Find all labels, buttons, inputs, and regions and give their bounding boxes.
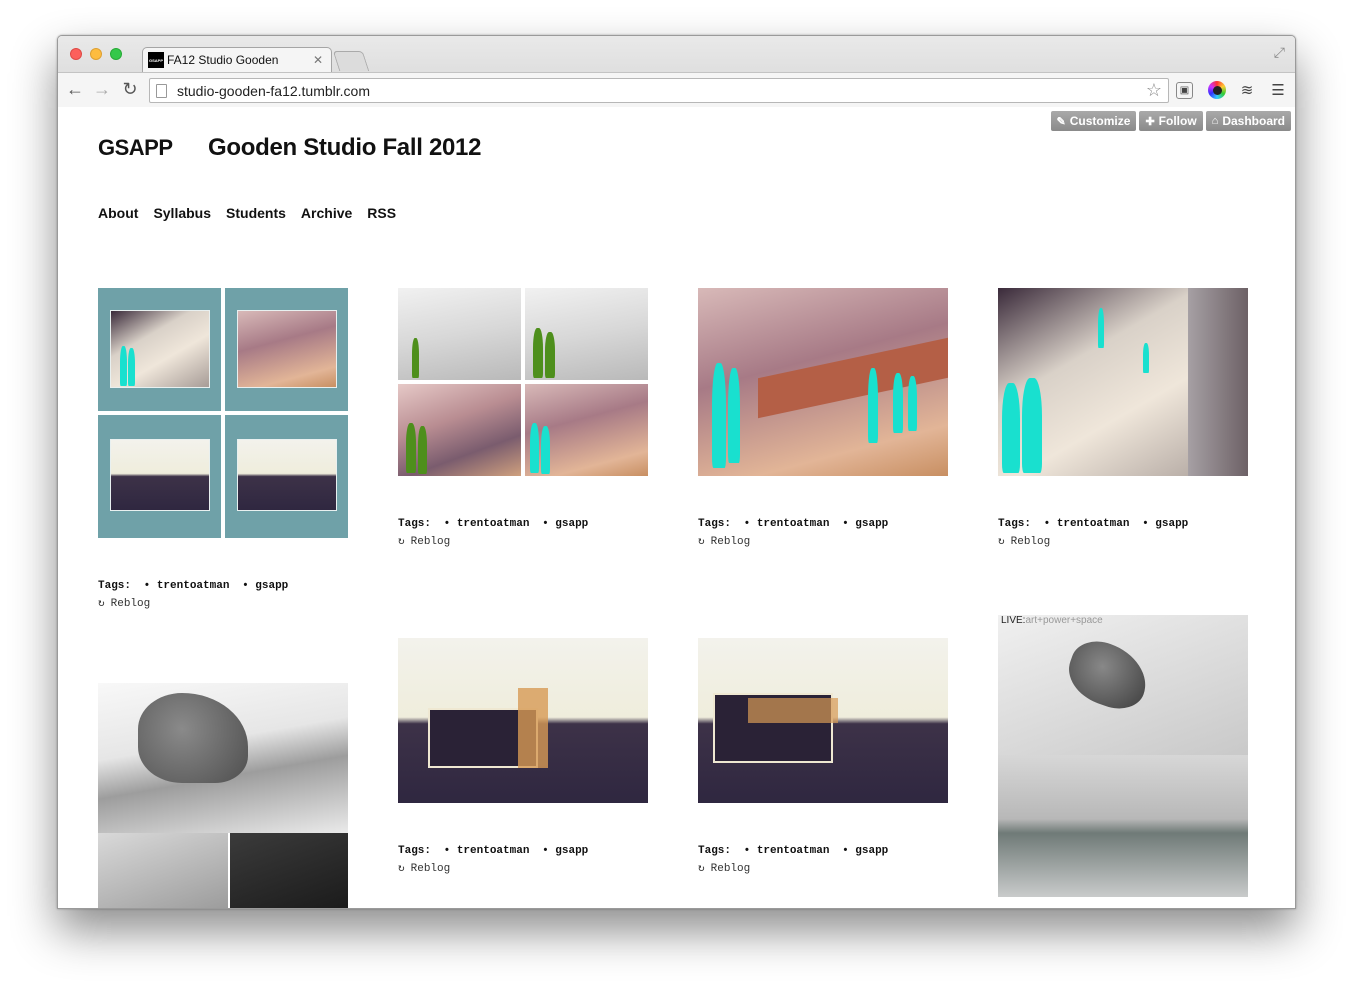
fullscreen-icon[interactable]: ⤢ xyxy=(1274,44,1285,61)
post-image-model[interactable] xyxy=(98,673,348,908)
tag-link[interactable]: • gsapp xyxy=(842,518,888,530)
close-window-button[interactable] xyxy=(70,48,82,60)
nav-archive[interactable]: Archive xyxy=(301,205,352,221)
post-meta: Tags: • trentoatman • gsapp ↻ Reblog xyxy=(398,518,589,548)
post-image-interior[interactable] xyxy=(998,288,1248,476)
extension-screenshot-icon[interactable]: ▣ xyxy=(1176,82,1193,99)
browser-tab[interactable]: GSAPP FA12 Studio Gooden ✕ xyxy=(142,47,332,72)
reload-button[interactable]: ↻ xyxy=(120,79,140,100)
reblog-icon: ↻ xyxy=(398,536,405,548)
post-image-section[interactable] xyxy=(398,638,648,803)
post-image-gallery[interactable] xyxy=(698,288,948,476)
dashboard-button[interactable]: ⌂ Dashboard xyxy=(1205,111,1291,131)
tag-link[interactable]: • gsapp xyxy=(842,845,888,857)
url-text[interactable]: studio-gooden-fa12.tumblr.com xyxy=(177,83,1146,99)
nav-syllabus[interactable]: Syllabus xyxy=(153,205,211,221)
tag-link[interactable]: • gsapp xyxy=(542,845,588,857)
reblog-icon: ↻ xyxy=(698,863,705,875)
wrench-icon: ✎ xyxy=(1056,115,1066,128)
tag-link[interactable]: • trentoatman xyxy=(144,580,230,592)
post-image-renders[interactable] xyxy=(398,288,648,476)
tab-close-icon[interactable]: ✕ xyxy=(313,53,323,67)
nav-students[interactable]: Students xyxy=(226,205,286,221)
site-brand[interactable]: GSAPP xyxy=(98,135,173,161)
post-image-panels[interactable] xyxy=(98,288,348,538)
tag-link[interactable]: • trentoatman xyxy=(444,845,530,857)
page-viewport: ✎ Customize ✚ Follow ⌂ Dashboard GSAPP Good… xyxy=(58,108,1295,908)
menu-icon[interactable]: ☰ xyxy=(1268,80,1288,100)
nav-rss[interactable]: RSS xyxy=(367,205,396,221)
new-tab-button[interactable] xyxy=(332,51,370,71)
reblog-icon: ↻ xyxy=(998,536,1005,548)
follow-button[interactable]: ✚ Follow xyxy=(1139,111,1203,131)
post-image-section-2[interactable] xyxy=(698,638,948,803)
reblog-link[interactable]: ↻ Reblog xyxy=(398,861,588,875)
tag-link[interactable]: • gsapp xyxy=(242,580,288,592)
reblog-link[interactable]: ↻ Reblog xyxy=(398,534,588,548)
nav-about[interactable]: About xyxy=(98,205,138,221)
tag-link[interactable]: • trentoatman xyxy=(744,518,830,530)
back-button[interactable]: ← xyxy=(65,79,85,100)
tag-link[interactable]: • trentoatman xyxy=(744,845,830,857)
extension-layers-icon[interactable]: ≋ xyxy=(1237,80,1257,100)
reblog-icon: ↻ xyxy=(698,536,705,548)
tag-link[interactable]: • trentoatman xyxy=(444,518,530,530)
tag-link[interactable]: • trentoatman xyxy=(1044,518,1130,530)
page-icon xyxy=(156,83,167,98)
reblog-icon: ↻ xyxy=(398,863,405,875)
tag-link[interactable]: • gsapp xyxy=(1142,518,1188,530)
reblog-link[interactable]: ↻ Reblog xyxy=(98,596,288,610)
tumblr-controls: ✎ Customize ✚ Follow ⌂ Dashboard xyxy=(1050,111,1291,131)
minimize-window-button[interactable] xyxy=(90,48,102,60)
browser-window: GSAPP FA12 Studio Gooden ✕ ⤢ ← → ↻ studi… xyxy=(57,35,1296,909)
bookmark-star-icon[interactable]: ☆ xyxy=(1146,80,1162,101)
reblog-link[interactable]: ↻ Reblog xyxy=(998,534,1188,548)
favicon-icon: GSAPP xyxy=(148,52,164,68)
extension-color-icon[interactable] xyxy=(1207,80,1227,100)
post-image-live-poster[interactable]: LIVE:art+power+space xyxy=(998,615,1248,897)
plus-icon: ✚ xyxy=(1145,115,1155,128)
maximize-window-button[interactable] xyxy=(110,48,122,60)
tab-title: FA12 Studio Gooden xyxy=(167,53,279,67)
site-title[interactable]: Gooden Studio Fall 2012 xyxy=(208,134,481,162)
site-nav: About Syllabus Students Archive RSS xyxy=(98,205,396,221)
forward-button[interactable]: → xyxy=(92,79,112,100)
reblog-icon: ↻ xyxy=(98,598,105,610)
post-meta: Tags: • trentoatman • gsapp ↻ Reblog xyxy=(98,580,289,610)
browser-chrome: GSAPP FA12 Studio Gooden ✕ ⤢ ← → ↻ studi… xyxy=(58,36,1295,107)
post-meta: Tags: • trentoatman • gsapp ↻ Reblog xyxy=(698,845,889,875)
browser-toolbar: ← → ↻ studio-gooden-fa12.tumblr.com ☆ ▣ … xyxy=(58,72,1295,107)
post-meta: Tags: • trentoatman • gsapp ↻ Reblog xyxy=(998,518,1189,548)
reblog-link[interactable]: ↻ Reblog xyxy=(698,534,888,548)
tag-link[interactable]: • gsapp xyxy=(542,518,588,530)
live-label: LIVE:art+power+space xyxy=(1001,615,1103,626)
post-meta: Tags: • trentoatman • gsapp ↻ Reblog xyxy=(698,518,889,548)
reblog-link[interactable]: ↻ Reblog xyxy=(698,861,888,875)
post-meta: Tags: • trentoatman • gsapp ↻ Reblog xyxy=(398,845,589,875)
customize-button[interactable]: ✎ Customize xyxy=(1050,111,1137,131)
home-icon: ⌂ xyxy=(1211,115,1219,127)
address-bar[interactable]: studio-gooden-fa12.tumblr.com ☆ xyxy=(149,78,1169,103)
